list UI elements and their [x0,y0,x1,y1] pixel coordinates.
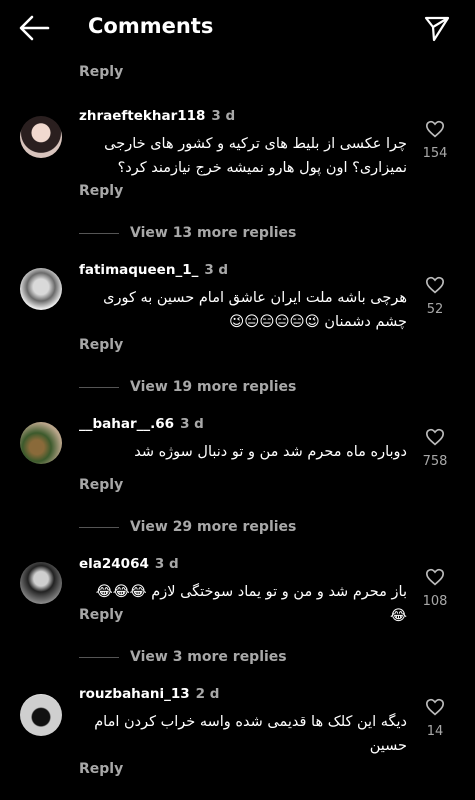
reply-button[interactable]: Reply [79,337,123,353]
view-more-replies[interactable]: View 19 more replies [79,377,296,397]
username[interactable]: fatimaqueen_1_ [79,262,198,278]
view-more-replies[interactable]: View 13 more replies [79,223,296,243]
heart-icon[interactable] [425,428,445,446]
like-count: 108 [422,594,448,609]
like-button[interactable]: 758 [421,428,449,469]
header-bar: Comments [0,0,475,56]
view-more-label[interactable]: View 29 more replies [130,519,296,535]
like-button[interactable]: 52 [421,276,449,317]
avatar[interactable] [20,694,62,736]
username[interactable]: rouzbahani_13 [79,686,190,702]
comment-text: باز محرم شد و من و تو یماد سوختگی لازم 😂… [95,584,407,624]
send-icon[interactable] [423,14,451,42]
view-more-label[interactable]: View 13 more replies [130,225,296,241]
heart-icon[interactable] [425,698,445,716]
like-button[interactable]: 154 [421,120,449,161]
comment-meta: ela24064 3 d [79,556,179,572]
username[interactable]: __bahar__.66 [79,416,174,432]
avatar[interactable] [20,422,62,464]
view-more-replies[interactable]: View 29 more replies [79,517,296,537]
back-arrow-icon[interactable] [18,14,50,42]
timestamp: 3 d [211,108,236,124]
timestamp: 3 d [154,556,179,572]
divider-line [79,386,119,388]
comment-text: دوباره ماه محرم شد من و تو دنبال سوژه شد [134,444,407,460]
comment-text: دیگه این کلک ها قدیمی شده واسه خراب کردن… [94,714,407,754]
comment-text: هرچی باشه ملت ایران عاشق امام حسین به کو… [103,290,407,330]
page-title: Comments [88,14,214,38]
timestamp: 2 d [195,686,220,702]
divider-line [79,526,119,528]
timestamp: 3 d [204,262,229,278]
like-button[interactable]: 108 [421,568,449,609]
like-button[interactable]: 14 [421,698,449,739]
avatar[interactable] [20,562,62,604]
username[interactable]: zhraeftekhar118 [79,108,205,124]
view-more-replies[interactable]: View 3 more replies [79,647,287,667]
comment-meta: rouzbahani_13 2 d [79,686,219,702]
like-count: 154 [422,146,448,161]
comment-meta: zhraeftekhar118 3 d [79,108,235,124]
timestamp: 3 d [180,416,204,432]
divider-line [79,656,119,658]
reply-button[interactable]: Reply [79,607,123,623]
username[interactable]: ela24064 [79,556,149,572]
view-more-label[interactable]: View 3 more replies [130,649,287,665]
heart-icon[interactable] [425,568,445,586]
like-count: 52 [426,302,444,317]
reply-button[interactable]: Reply [79,183,123,199]
avatar[interactable] [20,116,62,158]
divider-line [79,232,119,234]
heart-icon[interactable] [425,276,445,294]
heart-icon[interactable] [425,120,445,138]
avatar[interactable] [20,268,62,310]
view-more-label[interactable]: View 19 more replies [130,379,296,395]
like-count: 758 [422,454,448,469]
reply-button[interactable]: Reply [79,64,123,80]
like-count: 14 [426,724,444,739]
reply-button[interactable]: Reply [79,477,123,493]
reply-button[interactable]: Reply [79,761,123,777]
comment-meta: fatimaqueen_1_ 3 d [79,262,228,278]
comment-meta: __bahar__.66 3 d [79,416,204,432]
comment-text: چرا عکسی از بلیط های ترکیه و کشور های خا… [104,136,407,176]
